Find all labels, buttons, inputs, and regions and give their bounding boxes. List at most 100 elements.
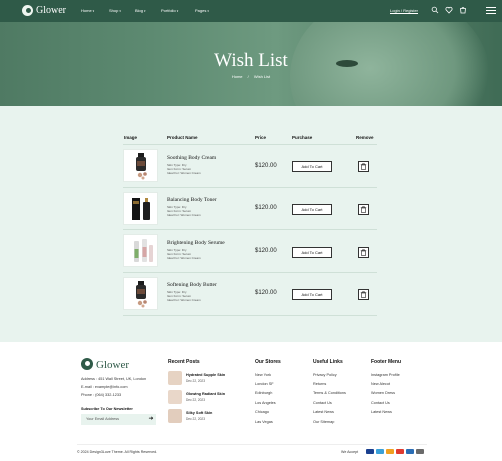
post-title[interactable]: Glowing Radiant Skin [186,392,225,396]
product-meta: Skin Type: Dry Item Form: Serum Ideal Fo… [167,163,201,176]
useful-link[interactable]: Our Sitemap [313,420,334,424]
heart-icon[interactable] [445,6,453,14]
paypal-card-icon [406,449,414,454]
product-meta: Skin Type: Dry Item Form: Serum Ideal Fo… [167,290,201,303]
page-hero: Wish List Home / Wish List [0,22,502,106]
footer-email[interactable]: E-mail : example@info.com [81,385,127,389]
copyright: © 2024 Design3Love Theme. All Rights Res… [77,450,158,454]
product-meta-line: Ideal For: Women Cream [167,171,201,176]
add-to-cart-button[interactable]: Add To Cart [292,161,332,172]
useful-link[interactable]: Returns [313,382,326,386]
breadcrumb-home[interactable]: Home [232,74,243,79]
chevron-down-icon: ▾ [207,9,209,13]
row-divider [123,229,377,230]
add-to-cart-button[interactable]: Add To Cart [292,247,332,258]
store-link[interactable]: Edinburgh [255,391,272,395]
footer-menu-link[interactable]: Latest News [371,410,392,414]
logo-icon[interactable] [81,358,93,370]
site-header [0,0,502,22]
mastercard-card-icon [396,449,404,454]
post-thumbnail[interactable] [168,390,182,404]
breadcrumb-current: Wish List [253,74,271,79]
add-to-cart-button[interactable]: Add To Cart [292,204,332,215]
post-thumbnail[interactable] [168,371,182,385]
useful-link[interactable]: Contact Us [313,401,332,405]
post-thumbnail[interactable] [168,409,182,423]
nav-blog[interactable]: Blog▾ [135,8,146,13]
store-link[interactable]: Los Angeles [255,401,276,405]
remove-button[interactable] [358,289,369,300]
chevron-down-icon: ▾ [119,9,121,13]
logo-icon[interactable] [22,5,33,16]
footer-logo[interactable]: Glower [96,359,129,371]
trash-icon [360,163,367,170]
card-icon [416,449,424,454]
site-logo[interactable]: Glower [36,5,66,16]
newsletter-submit-button[interactable]: ➜ [146,414,156,425]
nav-shop-label: Shop [109,8,119,13]
we-accept-label: We Accept [341,450,359,454]
product-meta: Skin Type: Dry Item Form: Serum Ideal Fo… [167,205,201,218]
menu-icon[interactable] [486,7,496,16]
add-to-cart-button[interactable]: Add To Cart [292,289,332,300]
store-link[interactable]: Chicago [255,410,269,414]
nav-pages-label: Pages [195,8,207,13]
product-name[interactable]: Balancing Body Toner [167,197,217,203]
post-title[interactable]: Hydrated Supple Skin [186,373,225,377]
useful-links-title: Useful Links [313,359,343,365]
page-title: Wish List [214,50,288,71]
product-meta-line: Ideal For: Women Cream [167,213,201,218]
col-image: Image [124,135,138,140]
product-image[interactable] [123,192,158,225]
useful-link[interactable]: Terms & Conditions [313,391,346,395]
amex-card-icon [376,449,384,454]
login-register-link[interactable]: Login / Register [390,8,418,13]
row-divider [123,187,377,188]
footer-phone[interactable]: Phone : (064) 332-1233 [81,393,121,397]
store-link[interactable]: Las Vegas [255,420,273,424]
product-meta-line: Ideal For: Women Cream [167,256,201,261]
footer-menu-title: Footer Menu [371,359,401,365]
product-price: $120.00 [255,163,277,169]
post-date: Dec 22, 2023 [186,398,205,402]
remove-button[interactable] [358,161,369,172]
store-link[interactable]: London SF [255,382,274,386]
product-name[interactable]: Brightening Body Serume [167,240,225,246]
wishlist-section [0,106,502,342]
useful-link[interactable]: Latest News [313,410,334,414]
search-icon[interactable] [431,6,439,14]
nav-shop[interactable]: Shop▾ [109,8,121,13]
breadcrumb: Home / Wish List [0,74,502,79]
product-meta-line: Ideal For: Women Cream [167,298,201,303]
nav-portfolio[interactable]: Portfolio▾ [161,8,178,13]
post-date: Dec 22, 2023 [186,379,205,383]
chevron-down-icon: ▾ [176,9,179,13]
nav-pages[interactable]: Pages▾ [195,8,209,13]
newsletter-email-input[interactable]: Your Email Address [81,414,156,425]
footer-menu-link[interactable]: New Alecot [371,382,390,386]
product-name[interactable]: Softening Body Butter [167,282,217,288]
post-title[interactable]: Silky Soft Skin [186,411,212,415]
footer-address: Address : 451 Wall Street, UK, London [81,377,147,381]
discover-card-icon [386,449,394,454]
trash-icon [360,206,367,213]
product-image[interactable] [123,277,158,310]
footer-menu-link[interactable]: Contact Us [371,401,390,405]
product-image[interactable] [123,234,158,267]
product-image[interactable] [123,149,158,182]
col-product: Product Name [167,135,198,140]
nav-home[interactable]: Home▾ [81,8,94,13]
useful-link[interactable]: Privacy Policy [313,373,337,377]
breadcrumb-separator: / [247,74,249,79]
footer-menu-link[interactable]: Women Dress [371,391,395,395]
remove-button[interactable] [358,247,369,258]
cart-icon[interactable] [459,6,467,14]
product-name[interactable]: Soothing Body Cream [167,155,216,161]
footer-menu-link[interactable]: Instagram Profile [371,373,400,377]
product-price: $120.00 [255,290,277,296]
store-link[interactable]: New York [255,373,271,377]
remove-button[interactable] [358,204,369,215]
header-divider [123,144,377,145]
product-price: $120.00 [255,248,277,254]
nav-home-label: Home [81,8,92,13]
